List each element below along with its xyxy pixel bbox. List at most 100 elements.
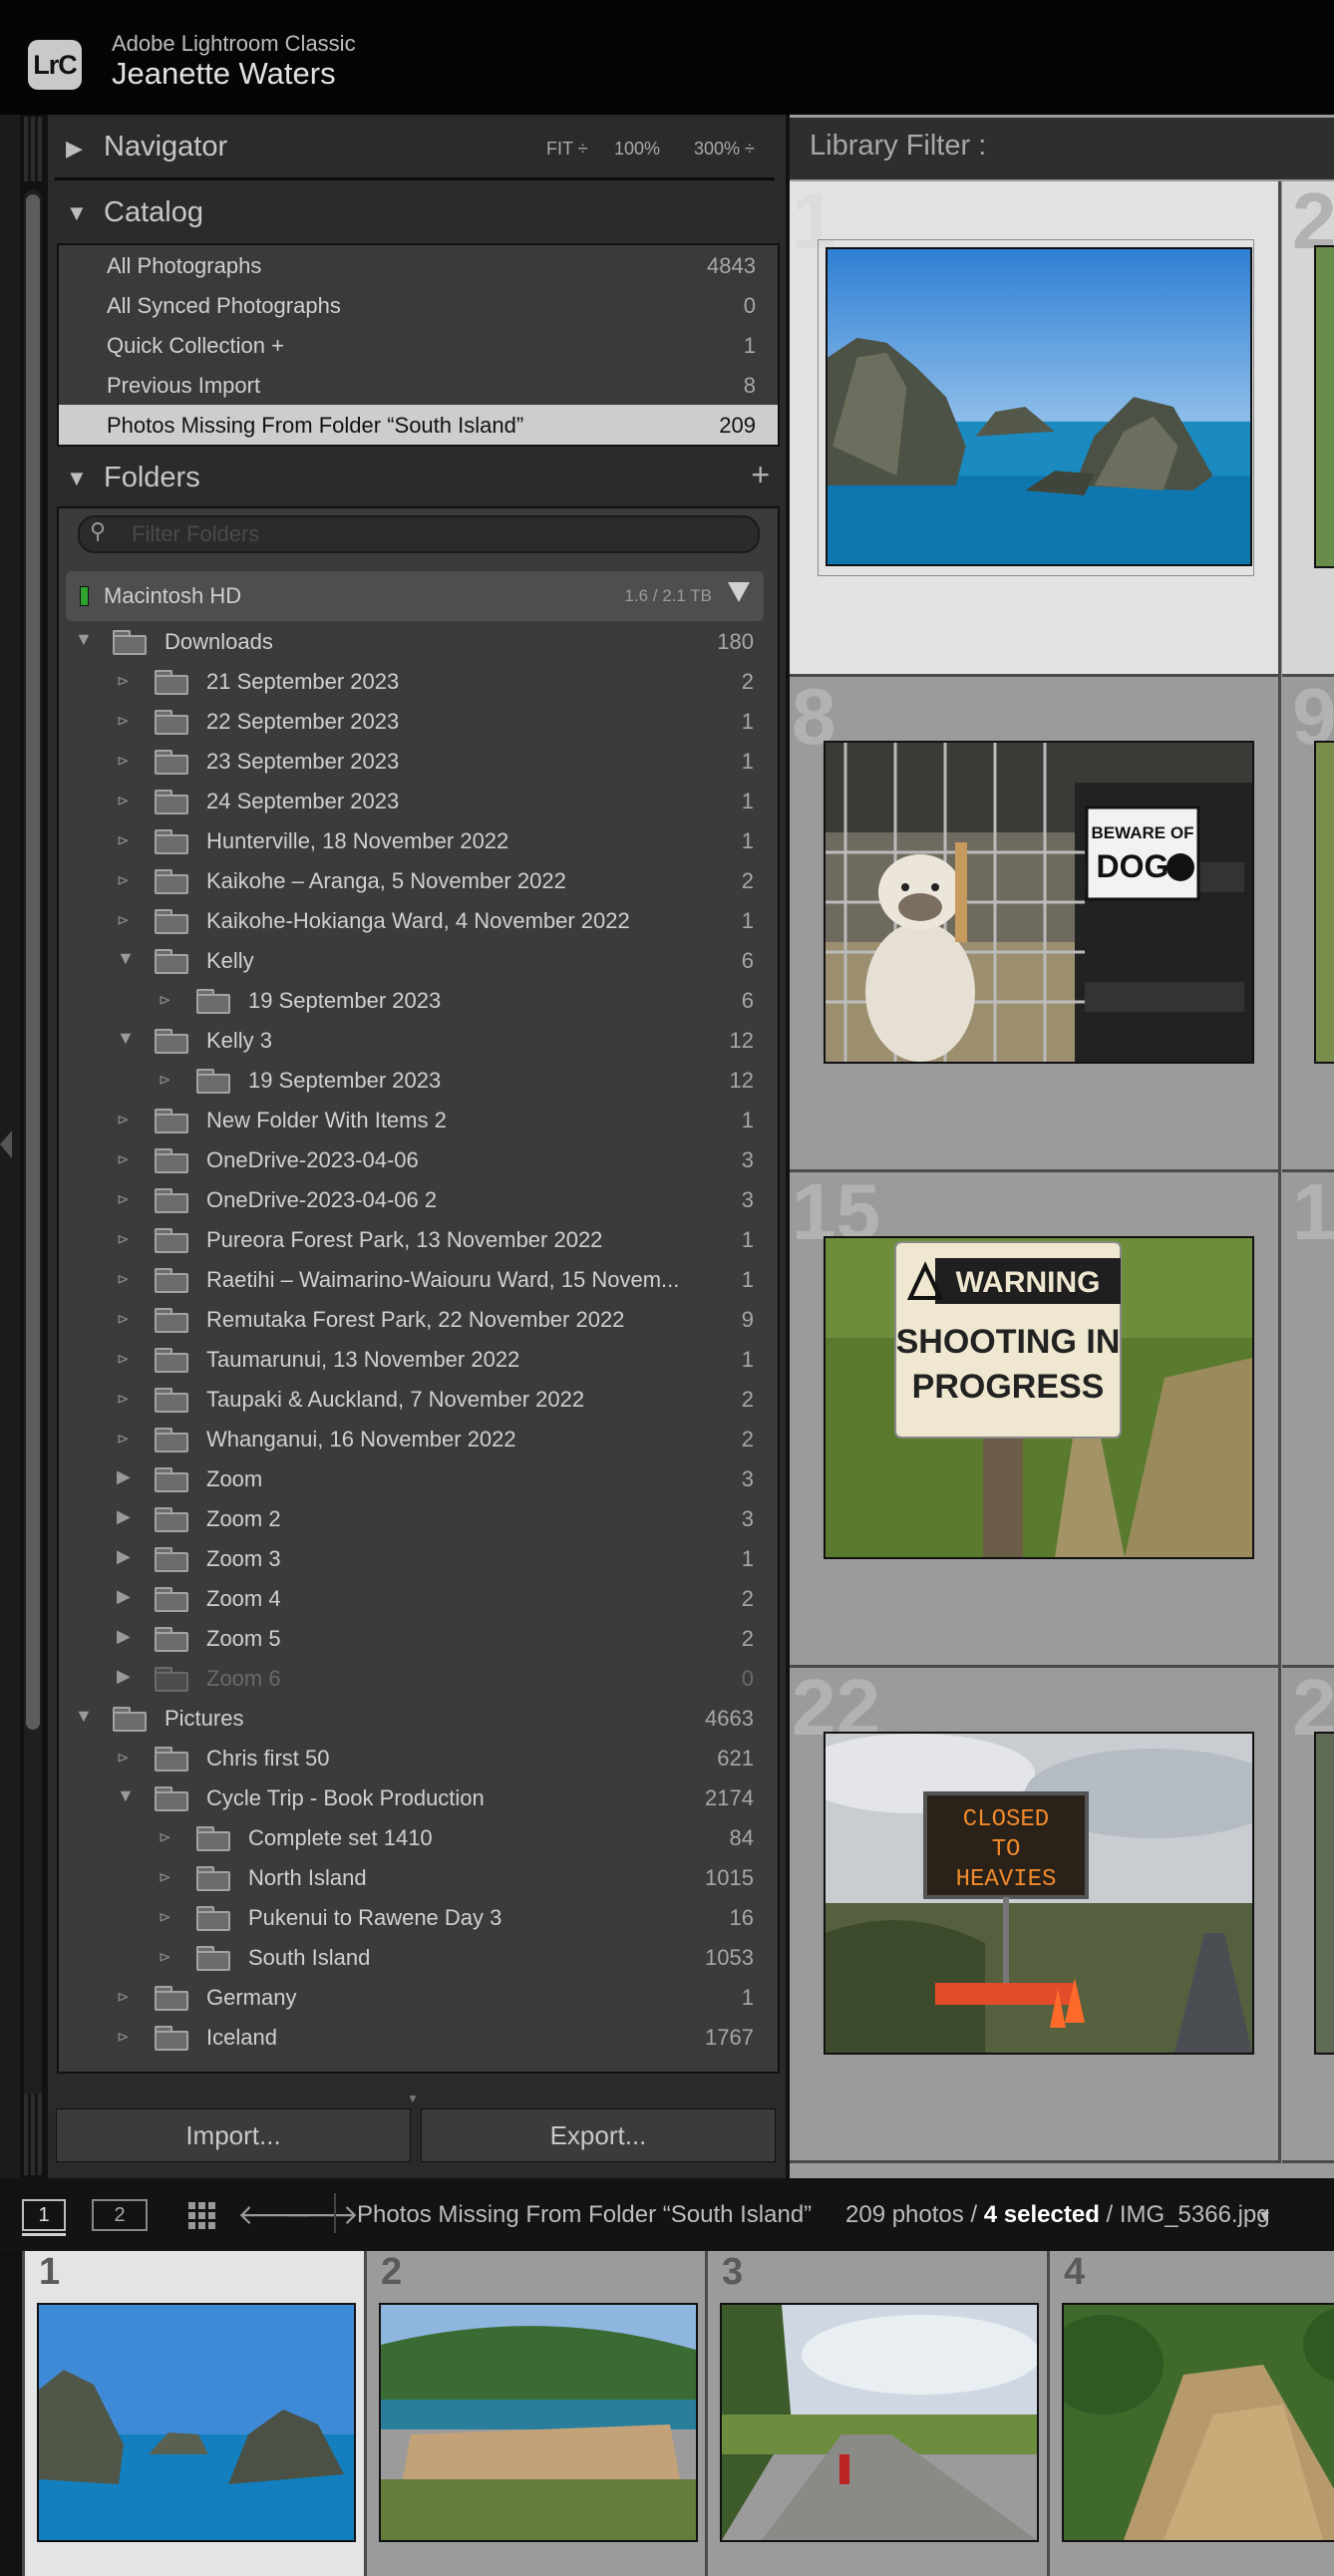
grid-cell-peek[interactable]: 9 [1282,677,1334,1172]
folder-row[interactable]: ⊳ Raetihi – Waimarino-Waiouru Ward, 15 No… [57,1260,776,1300]
folder-row[interactable]: ⊳ Iceland 1767 [57,2018,776,2058]
folder-row[interactable]: ⊳ Taumarunui, 13 November 2022 1 [57,1340,776,1380]
expanded-triangle-icon[interactable]: ▼ [66,200,88,226]
filter-folders-input[interactable] [130,520,732,548]
photo-thumbnail-warning[interactable]: WARNING SHOOTING IN PROGRESS [824,1236,1254,1559]
expanded-triangle-icon[interactable]: ▼ [66,466,88,491]
folder-row[interactable]: ▼ Pictures 4663 [57,1699,776,1739]
folder-row[interactable]: ▶ Zoom 2 3 [57,1499,776,1539]
collapsed-triangle-icon[interactable]: ⊳ [117,1190,130,1208]
filmstrip-cell[interactable]: 1 [22,2251,364,2576]
collapsed-triangle-icon[interactable]: ⊳ [117,1310,130,1328]
folder-row[interactable]: ▶ Zoom 3 1 [57,1539,776,1579]
photo-thumbnail-peek[interactable] [1314,741,1334,1064]
collapsed-triangle-icon[interactable]: ⊳ [159,1868,171,1886]
catalog-item-previous-import[interactable]: Previous Import 8 [59,365,778,405]
collapsed-triangle-icon[interactable]: ⊳ [117,1270,130,1288]
folder-row[interactable]: ⊳ Germany 1 [57,1978,776,2018]
folder-row[interactable]: ▼ Cycle Trip - Book Production 2174 [57,1778,776,1818]
catalog-item-all-synced[interactable]: All Synced Photographs 0 [59,285,778,325]
library-filter-label[interactable]: Library Filter : [810,130,986,162]
expanded-triangle-icon[interactable]: ▼ [75,1706,93,1727]
photo-thumbnail-closed-sign[interactable]: CLOSED TO HEAVIES [824,1732,1254,2055]
collapsed-triangle-icon[interactable]: ⊳ [159,1071,171,1089]
collapsed-triangle-icon[interactable]: ▶ [117,1666,131,1687]
filmstrip-thumbnail-timber[interactable] [379,2303,698,2542]
catalog-item-quick-collection[interactable]: Quick Collection + 1 [59,325,778,365]
folder-row[interactable]: ▶ Zoom 3 [57,1459,776,1499]
folder-row[interactable]: ⊳ 24 September 2023 1 [57,782,776,821]
folder-row[interactable]: ⊳ OneDrive-2023-04-06 2 3 [57,1180,776,1220]
collapsed-triangle-icon[interactable]: ⊳ [159,1828,171,1846]
folder-row[interactable]: ▶ Zoom 5 2 [57,1619,776,1659]
folder-row[interactable]: ⊳ Whanganui, 16 November 2022 2 [57,1420,776,1459]
grid-cell[interactable]: 22 CLOSED TO HEAVIES [790,1668,1281,2163]
volume-macintosh-hd[interactable]: Macintosh HD 1.6 / 2.1 TB [66,571,764,621]
collapsed-triangle-icon[interactable]: ⊳ [117,1230,130,1248]
folder-row[interactable]: ⊳ Pukenui to Rawene Day 3 16 [57,1898,776,1938]
folder-row[interactable]: ⊳ 19 September 2023 6 [57,981,776,1021]
collapsed-triangle-icon[interactable]: ⊳ [159,991,171,1009]
primary-window-button[interactable]: 1 [22,2199,66,2231]
collapsed-triangle-icon[interactable]: ⊳ [117,1430,130,1448]
collapsed-triangle-icon[interactable]: ⊳ [117,712,130,730]
grid-cell[interactable]: 15 WARNING SHOOTING IN PROGRESS [790,1172,1281,1668]
folder-row[interactable]: ▼ Kelly 3 12 [57,1021,776,1061]
add-folder-icon[interactable]: + [751,457,770,493]
grid-cell-peek[interactable]: 2 [1282,181,1334,677]
collapsed-triangle-icon[interactable]: ▶ [66,136,83,161]
folder-row[interactable]: ⊳ 21 September 2023 2 [57,662,776,702]
filmstrip-cell[interactable]: 2 [364,2251,706,2576]
collapsed-triangle-icon[interactable]: ⊳ [117,831,130,849]
collapsed-triangle-icon[interactable]: ▶ [117,1546,131,1567]
folder-row[interactable]: ⊳ Complete set 1410 84 [57,1818,776,1858]
expanded-triangle-icon[interactable]: ▼ [117,948,135,969]
collapsed-triangle-icon[interactable]: ⊳ [117,911,130,929]
filmstrip-thumbnail-islands[interactable] [37,2303,356,2542]
grid-cell-peek[interactable]: 2 [1282,1668,1334,2163]
selection-info[interactable]: 209 photos / 4 selected / IMG_5366.jpg [845,2201,1270,2229]
collapsed-triangle-icon[interactable]: ▶ [117,1626,131,1647]
collapsed-triangle-icon[interactable]: ⊳ [117,672,130,690]
collapse-left-panel-icon[interactable] [0,1130,12,1158]
grid-cell-peek[interactable]: 1 [1282,1172,1334,1668]
forward-arrow-icon[interactable]: 🡒 [284,2197,359,2231]
chevron-down-icon[interactable]: ▾ [1260,2205,1269,2226]
filmstrip-cell[interactable]: 4 [1047,2251,1334,2576]
photo-thumbnail-peek[interactable] [1314,1732,1334,2055]
import-button[interactable]: Import... [56,2108,411,2162]
collapsed-triangle-icon[interactable]: ▶ [117,1466,131,1487]
folder-row[interactable]: ⊳ New Folder With Items 2 1 [57,1101,776,1140]
secondary-window-button[interactable]: 2 [92,2199,148,2231]
collapsed-triangle-icon[interactable]: ⊳ [117,1390,130,1408]
folder-row[interactable]: ⊳ Taupaki & Auckland, 7 November 2022 2 [57,1380,776,1420]
filmstrip-thumbnail-road[interactable] [720,2303,1039,2542]
folder-row[interactable]: ▶ Zoom 4 2 [57,1579,776,1619]
folder-row[interactable]: ⊳ Pureora Forest Park, 13 November 2022 1 [57,1220,776,1260]
expanded-triangle-icon[interactable]: ▼ [117,1028,135,1049]
catalog-item-missing-photos[interactable]: Photos Missing From Folder “South Island… [59,405,778,445]
zoom-100-option[interactable]: 100% [614,139,660,160]
scrollbar-thumb[interactable] [26,194,40,1730]
folder-row[interactable]: ▼ Downloads 180 [57,622,776,662]
zoom-fit-option[interactable]: FIT ÷ [546,139,588,160]
collapsed-triangle-icon[interactable]: ⊳ [117,752,130,770]
collapsed-triangle-icon[interactable]: ⊳ [159,1948,171,1966]
filmstrip-cell[interactable]: 3 [705,2251,1047,2576]
photo-thumbnail-islands[interactable] [826,247,1252,566]
folders-header[interactable]: ▼ Folders + [48,449,786,510]
export-button[interactable]: Export... [421,2108,776,2162]
folder-row[interactable]: ⊳ Kaikohe – Aranga, 5 November 2022 2 [57,861,776,901]
catalog-item-all-photographs[interactable]: All Photographs 4843 [59,245,778,285]
folder-row[interactable]: ⊳ Remutaka Forest Park, 22 November 2022 9 [57,1300,776,1340]
folder-row[interactable]: ⊳ 23 September 2023 1 [57,742,776,782]
folder-row[interactable]: ⊳ Kaikohe-Hokianga Ward, 4 November 2022 1 [57,901,776,941]
photo-thumbnail-peek[interactable] [1314,245,1334,568]
grid-view-icon[interactable] [187,2201,217,2231]
volume-expand-icon[interactable] [728,582,750,602]
folder-row[interactable]: ▼ Kelly 6 [57,941,776,981]
catalog-header[interactable]: ▼ Catalog [48,183,786,245]
collapsed-triangle-icon[interactable]: ▶ [117,1506,131,1527]
folder-row[interactable]: ⊳ South Island 1053 [57,1938,776,1978]
folder-row[interactable]: ⊳ North Island 1015 [57,1858,776,1898]
